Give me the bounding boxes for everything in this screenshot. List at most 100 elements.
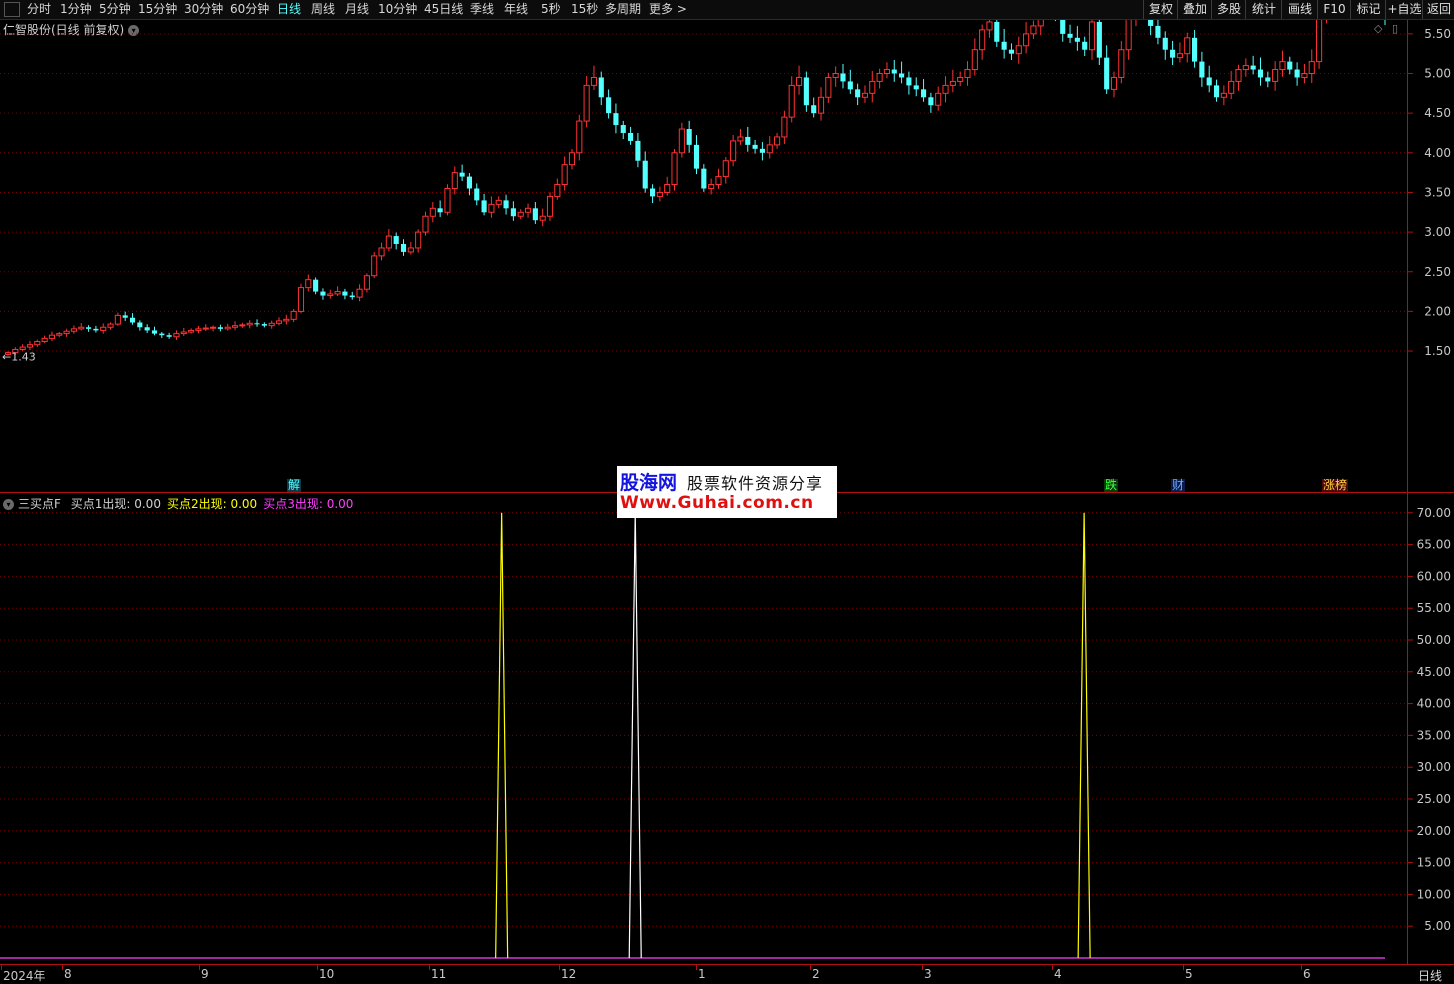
period-tab-1[interactable]: 1分钟 [60, 0, 92, 19]
candle-body [290, 310, 297, 320]
candle-body [1023, 33, 1030, 47]
period-tab-5[interactable]: 60分钟 [230, 0, 269, 19]
candle-body [239, 324, 246, 327]
candle-body [891, 69, 897, 74]
candle-body [561, 164, 568, 186]
watermark-brand: 股海网 [620, 472, 678, 494]
candle-body [313, 279, 319, 292]
candle-body [327, 293, 334, 297]
candle-body [774, 136, 781, 146]
event-badge-3[interactable]: 涨榜 [1322, 479, 1349, 492]
period-tab-15[interactable]: 多周期 [605, 0, 641, 19]
candle-body [686, 129, 692, 145]
candlestick-chart[interactable]: 6.506.005.505.004.504.003.503.002.502.00… [0, 20, 1454, 492]
candle-body [137, 322, 143, 328]
period-tab-16[interactable]: 更多 > [649, 0, 687, 19]
candle-body [781, 116, 788, 138]
period-tab-6[interactable]: 日线 [277, 0, 301, 19]
candle-body [78, 326, 85, 330]
candle-body [606, 97, 612, 114]
candle-body [979, 29, 986, 51]
candle-body [415, 231, 422, 249]
candle-body [1067, 33, 1073, 38]
period-toolbar: 分时 1分钟 5分钟 15分钟 30分钟 60分钟 日线 周线 月线 10分钟 45日线 季线 年线 5秒… [0, 0, 1454, 20]
candle-body [876, 73, 883, 82]
period-label[interactable]: 日线 [1418, 967, 1442, 984]
event-badge-1[interactable]: 跌 [1104, 479, 1119, 492]
toolbar-button-6[interactable]: 标记 [1350, 0, 1386, 19]
date-tick-8: 3 [924, 967, 932, 981]
candle-body [320, 291, 326, 296]
candle-body [86, 327, 92, 329]
level-label: 20.00 [1417, 824, 1451, 838]
candle-body [539, 215, 546, 221]
candle-body [737, 136, 744, 142]
candle-body [129, 317, 136, 323]
candle-body [26, 344, 34, 348]
period-tab-12[interactable]: 年线 [504, 0, 528, 19]
period-tab-10[interactable]: 45日线 [424, 0, 463, 19]
period-tab-7[interactable]: 周线 [311, 0, 335, 19]
candle-body [795, 76, 803, 86]
date-tick-mark [559, 965, 560, 970]
candle-body [297, 287, 305, 312]
candle-body [56, 333, 63, 336]
toolbar-button-4[interactable]: 画线 [1281, 0, 1318, 19]
period-tab-9[interactable]: 10分钟 [378, 0, 417, 19]
candle-body [811, 105, 817, 114]
panel-toggle-icon[interactable] [4, 2, 20, 17]
candle-body [1199, 61, 1205, 78]
candle-body [942, 84, 949, 94]
period-tab-14[interactable]: 15秒 [571, 0, 598, 19]
toolbar-button-3[interactable]: 统计 [1245, 0, 1282, 19]
candle-body [817, 96, 825, 114]
period-tab-4[interactable]: 30分钟 [184, 0, 223, 19]
candle-body [70, 328, 77, 332]
toolbar-button-8[interactable]: 返回 [1422, 0, 1454, 19]
date-tick-mark [317, 965, 318, 970]
candle-body [1170, 49, 1176, 58]
toolbar-button-5[interactable]: F10 [1317, 0, 1351, 19]
candle-body [730, 140, 737, 162]
level-label: 15.00 [1417, 856, 1451, 870]
candle-body [745, 136, 751, 145]
candle-body [151, 330, 158, 334]
candle-body [1184, 37, 1191, 55]
candle-body [41, 337, 48, 343]
candle-body [1272, 69, 1279, 82]
candle-body [459, 172, 465, 177]
candle-body [613, 113, 619, 126]
level-label: 55.00 [1417, 601, 1451, 615]
period-tab-8[interactable]: 月线 [345, 0, 369, 19]
period-tab-2[interactable]: 5分钟 [99, 0, 131, 19]
candle-body [715, 176, 722, 186]
period-tab-0[interactable]: 分时 [27, 0, 51, 19]
candle-body [1125, 20, 1132, 51]
toolbar-button-0[interactable]: 复权 [1143, 0, 1178, 19]
period-tab-11[interactable]: 季线 [470, 0, 494, 19]
candle-body [393, 236, 399, 244]
period-tab-13[interactable]: 5秒 [541, 0, 561, 19]
candle-body [964, 69, 971, 78]
candle-body [1235, 69, 1242, 82]
period-tab-3[interactable]: 15分钟 [138, 0, 177, 19]
watermark-url: Www.Guhai.com.cn [620, 493, 814, 513]
candle-body [693, 144, 700, 169]
candle-body [590, 76, 598, 86]
candle-body [935, 92, 942, 106]
toolbar-button-1[interactable]: 叠加 [1177, 0, 1212, 19]
toolbar-button-2[interactable]: 多股 [1211, 0, 1246, 19]
candle-body [510, 208, 516, 217]
date-tick-mark [429, 965, 430, 970]
indicator-chart[interactable]: 70.00 65.00 60.00 55.00 50.00 45.00 40.00 35.00… [0, 495, 1454, 965]
level-label: 25.00 [1417, 792, 1451, 806]
toolbar-button-7[interactable]: +自选 [1385, 0, 1423, 19]
event-badge-0[interactable]: 解 [287, 479, 302, 492]
candle-body [261, 324, 267, 326]
candle-body [642, 160, 648, 189]
candle-body [678, 128, 685, 154]
event-badge-2[interactable]: 财 [1171, 479, 1186, 492]
candle-body [217, 327, 223, 329]
candle-body [1228, 80, 1235, 94]
candle-body [883, 69, 890, 74]
